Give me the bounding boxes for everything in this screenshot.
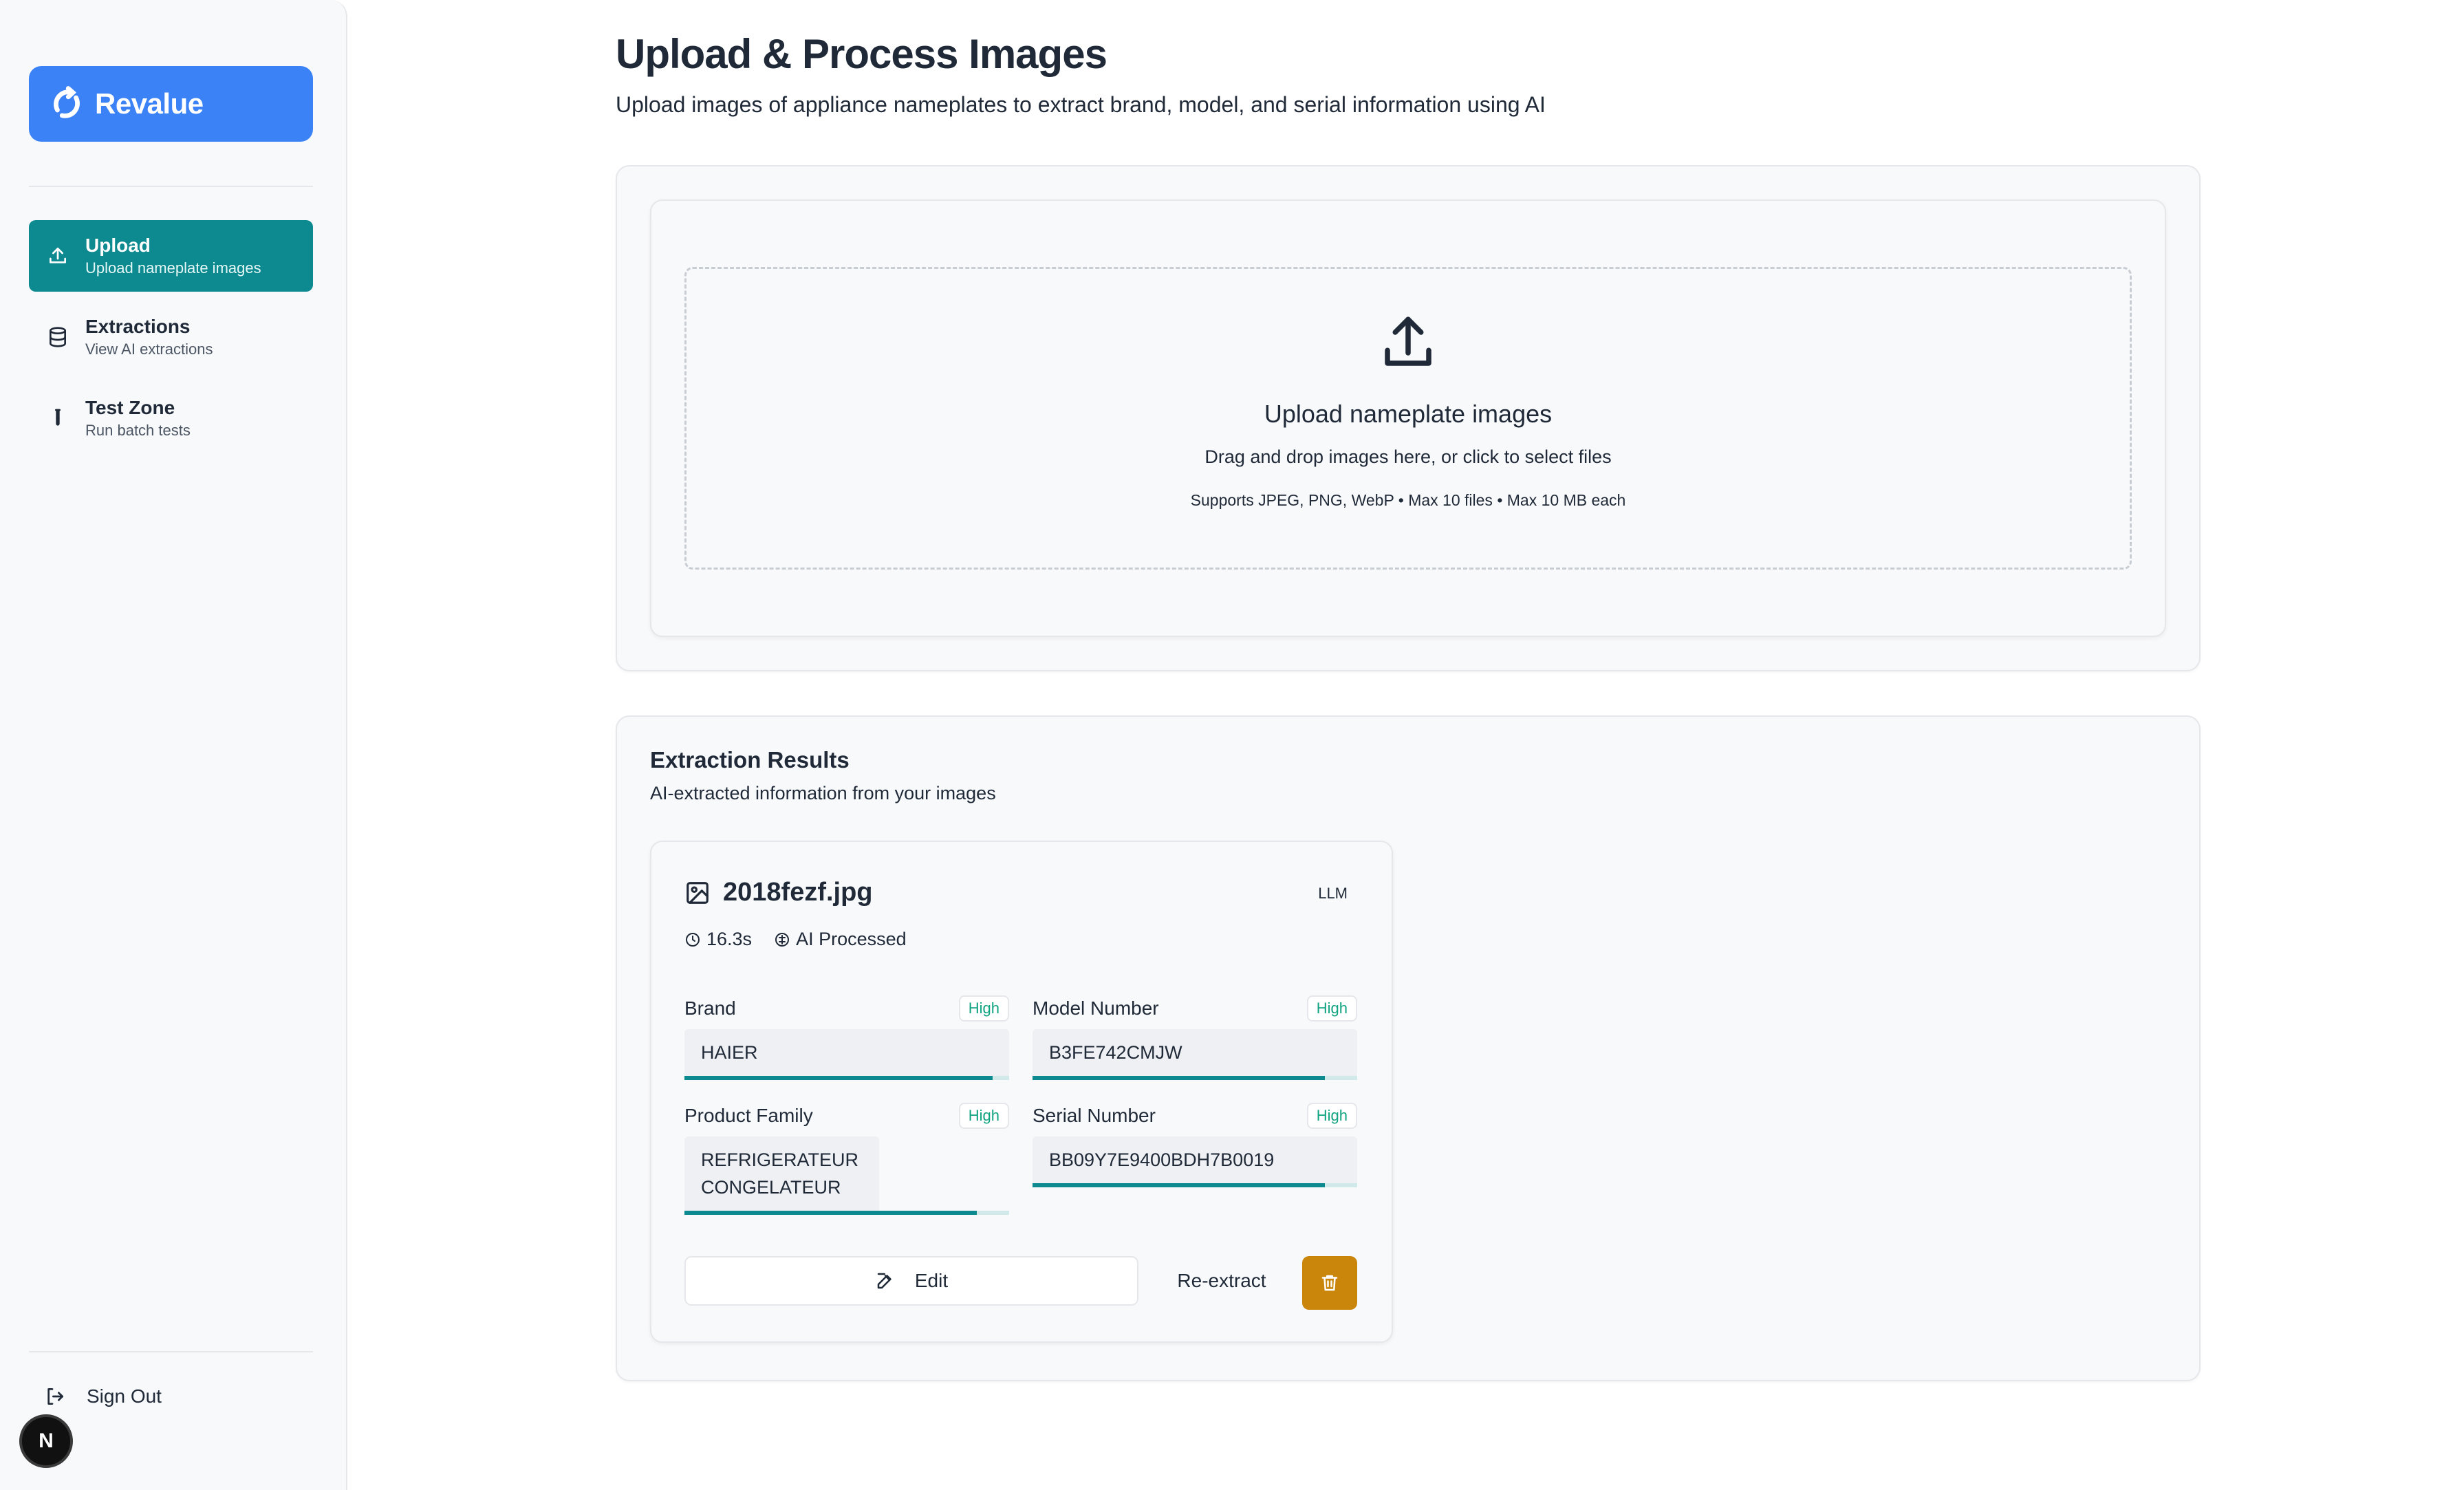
confidence-badge: High [958,1103,1009,1129]
result-item-card: 2018fezf.jpg LLM 16.3s AI Processed Bran… [650,841,1393,1343]
field-product-family: Product Family High REFRIGERATEUR CONGEL… [684,1101,1009,1215]
upload-icon [1385,316,1431,366]
results-subtitle: AI-extracted information from your image… [650,783,996,803]
trash-icon [1321,1275,1338,1291]
field-value[interactable]: REFRIGERATEUR CONGELATEUR [684,1136,880,1211]
brand-name: Revalue [95,87,204,120]
sidebar-item-label: Upload [85,235,151,256]
log-out-icon [47,1388,63,1405]
confidence-bar-fill [1033,1076,1325,1080]
sidebar: Revalue Upload Upload nameplate images E… [0,0,347,1490]
processing-time: 16.3s [706,929,753,949]
delete-button[interactable] [1302,1256,1357,1310]
field-label: Product Family [684,1105,813,1126]
field-value[interactable]: HAIER [684,1029,1009,1076]
confidence-bar [684,1211,1009,1215]
confidence-bar [1033,1076,1357,1080]
sign-out-label: Sign Out [87,1385,162,1407]
confidence-bar-fill [1033,1183,1325,1187]
sidebar-divider-bottom [29,1351,313,1352]
page-subtitle: Upload images of appliance nameplates to… [616,92,1546,117]
field-brand: Brand High HAIER [684,993,1009,1080]
ai-chip-icon [775,932,790,947]
field-value[interactable]: B3FE742CMJW [1033,1029,1357,1076]
test-tube-icon [45,406,70,431]
re-extract-button[interactable]: Re-extract [1154,1256,1290,1306]
extraction-results-card: Extraction Results AI-extracted informat… [616,715,2201,1381]
avatar[interactable]: N [19,1414,73,1468]
source-tag: LLM [1318,885,1348,902]
database-icon [45,325,70,349]
confidence-badge: High [1306,1103,1357,1129]
revalue-logo-icon [54,86,80,118]
file-name: 2018fezf.jpg [723,878,873,907]
confidence-badge: High [1306,995,1357,1022]
upload-dropzone[interactable]: Upload nameplate images Drag and drop im… [684,267,2132,570]
sidebar-item-sublabel: Run batch tests [85,422,191,439]
image-icon [687,881,709,904]
field-serial-number: Serial Number High BB09Y7E9400BDH7B0019 [1033,1101,1357,1187]
sidebar-item-label: Test Zone [85,397,175,418]
upload-card: Upload nameplate images Drag and drop im… [616,165,2201,671]
confidence-bar-fill [684,1211,977,1215]
sidebar-item-upload[interactable]: Upload Upload nameplate images [29,220,313,292]
dropzone-title: Upload nameplate images [1264,400,1553,428]
results-title: Extraction Results [650,747,850,773]
upload-panel: Upload nameplate images Drag and drop im… [650,199,2166,637]
sidebar-item-sublabel: View AI extractions [85,341,213,358]
field-model-number: Model Number High B3FE742CMJW [1033,993,1357,1080]
brand-logo-button[interactable]: Revalue [29,66,313,142]
upload-icon [45,244,70,268]
processing-status: AI Processed [796,929,907,949]
page-title: Upload & Process Images [616,31,1107,77]
sidebar-divider [29,186,313,187]
sidebar-item-sublabel: Upload nameplate images [85,259,261,277]
dropzone-description: Drag and drop images here, or click to s… [1204,446,1612,467]
sidebar-item-test-zone[interactable]: Test Zone Run batch tests [29,382,313,454]
dropzone-support-info: Supports JPEG, PNG, WebP • Max 10 files … [1190,491,1626,509]
edit-button[interactable]: Edit [684,1256,1138,1306]
clock-icon [686,932,700,947]
confidence-bar-fill [684,1076,993,1080]
sidebar-item-extractions[interactable]: Extractions View AI extractions [29,301,313,373]
field-label: Serial Number [1033,1105,1156,1126]
confidence-bar [684,1076,1009,1080]
field-label: Model Number [1033,997,1159,1019]
file-header: 2018fezf.jpg [684,878,873,907]
field-value[interactable]: BB09Y7E9400BDH7B0019 [1033,1136,1357,1183]
edit-icon [877,1273,891,1289]
sign-out-button[interactable]: Sign Out [44,1385,162,1407]
confidence-badge: High [958,995,1009,1022]
sidebar-item-label: Extractions [85,316,191,337]
file-meta: 16.3s AI Processed [684,929,907,950]
edit-label: Edit [914,1270,949,1291]
confidence-bar [1033,1183,1357,1187]
field-label: Brand [684,997,736,1019]
